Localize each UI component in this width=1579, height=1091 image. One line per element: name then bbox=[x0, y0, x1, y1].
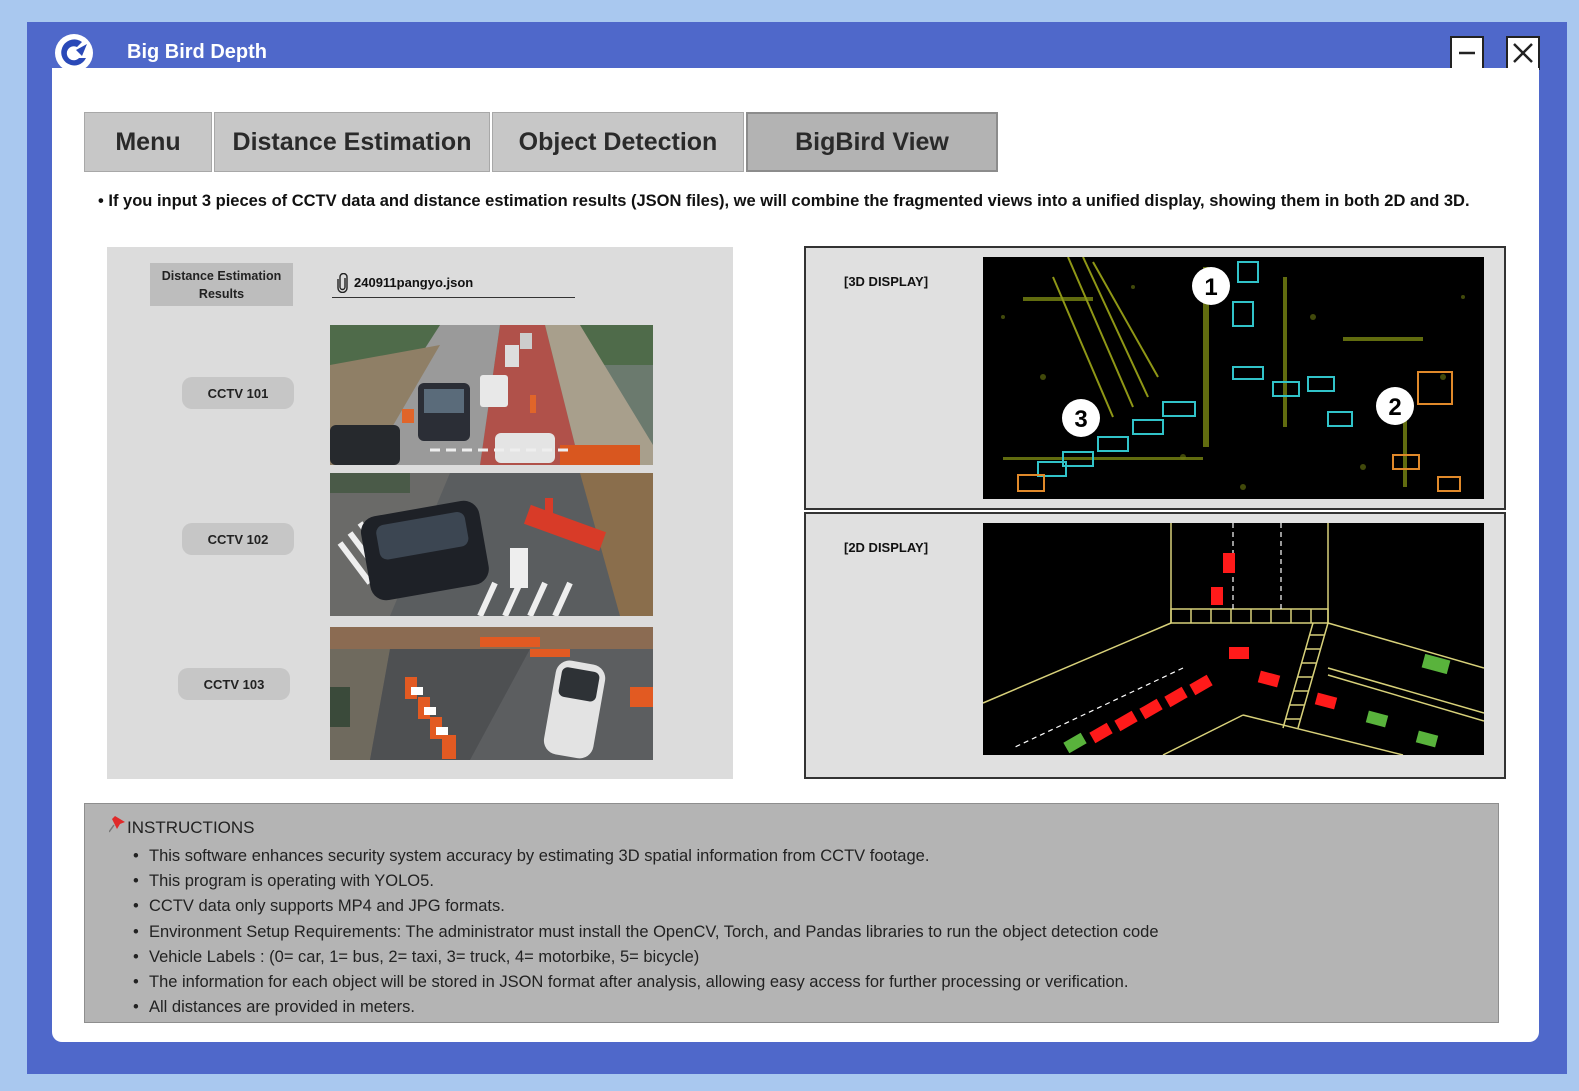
close-button[interactable] bbox=[1506, 36, 1540, 70]
paperclip-icon bbox=[337, 273, 348, 293]
instruction-item: Environment Setup Requirements: The admi… bbox=[133, 920, 1159, 945]
input-panel: Distance Estimation Results 240911pangyo… bbox=[107, 247, 733, 779]
3d-display-label: [3D DISPLAY] bbox=[844, 274, 929, 289]
2d-display-panel: [2D DISPLAY] bbox=[804, 512, 1506, 779]
window-title: Big Bird Depth bbox=[127, 41, 267, 63]
instructions-panel: INSTRUCTIONS This software enhances secu… bbox=[84, 803, 1499, 1023]
tab-bigbird-view[interactable]: BigBird View bbox=[746, 112, 998, 172]
results-label: Distance Estimation Results bbox=[150, 263, 293, 306]
marker-3: 3 bbox=[1074, 406, 1087, 433]
tab-distance-estimation[interactable]: Distance Estimation bbox=[214, 112, 490, 172]
file-name: 240911pangyo.json bbox=[354, 275, 474, 290]
title-bar: Big Bird Depth bbox=[27, 22, 1567, 72]
close-icon bbox=[1513, 43, 1533, 63]
description-text: If you input 3 pieces of CCTV data and d… bbox=[108, 192, 1470, 210]
3d-point-cloud-view: 1 2 3 bbox=[983, 257, 1484, 499]
instruction-item: All distances are provided in meters. bbox=[133, 995, 1159, 1020]
2d-top-view-map bbox=[983, 523, 1484, 755]
tab-menu[interactable]: Menu bbox=[84, 112, 212, 172]
minimize-button[interactable] bbox=[1450, 36, 1484, 70]
cctv-103-button[interactable]: CCTV 103 bbox=[178, 668, 290, 700]
instruction-item: Vehicle Labels : (0= car, 1= bus, 2= tax… bbox=[133, 945, 1159, 970]
main-content: Menu Distance Estimation Object Detectio… bbox=[52, 68, 1539, 1042]
cctv-101-image bbox=[330, 325, 653, 465]
instruction-item: CCTV data only supports MP4 and JPG form… bbox=[133, 894, 1159, 919]
app-logo-icon bbox=[55, 34, 93, 72]
cctv-103-image bbox=[330, 627, 653, 760]
minimize-icon bbox=[1459, 51, 1475, 55]
pushpin-icon bbox=[109, 816, 125, 833]
instruction-item: The information for each object will be … bbox=[133, 970, 1159, 995]
instructions-title: INSTRUCTIONS bbox=[127, 818, 255, 837]
instructions-list: This software enhances security system a… bbox=[133, 844, 1159, 1020]
cctv-101-button[interactable]: CCTV 101 bbox=[182, 377, 294, 409]
marker-2: 2 bbox=[1388, 394, 1401, 421]
marker-1: 1 bbox=[1204, 274, 1217, 301]
cctv-102-button[interactable]: CCTV 102 bbox=[182, 523, 294, 555]
tab-object-detection[interactable]: Object Detection bbox=[492, 112, 744, 172]
instruction-item: This software enhances security system a… bbox=[133, 844, 1159, 869]
2d-display-label: [2D DISPLAY] bbox=[844, 540, 929, 555]
file-input[interactable]: 240911pangyo.json bbox=[332, 271, 575, 298]
page-description: • If you input 3 pieces of CCTV data and… bbox=[98, 192, 1470, 210]
instruction-item: This program is operating with YOLO5. bbox=[133, 869, 1159, 894]
cctv-102-image bbox=[330, 473, 653, 616]
app-window: Big Bird Depth Menu Distance Estimation … bbox=[27, 22, 1567, 1074]
3d-display-panel: [3D DISPLAY] 1 2 3 bbox=[804, 246, 1506, 510]
